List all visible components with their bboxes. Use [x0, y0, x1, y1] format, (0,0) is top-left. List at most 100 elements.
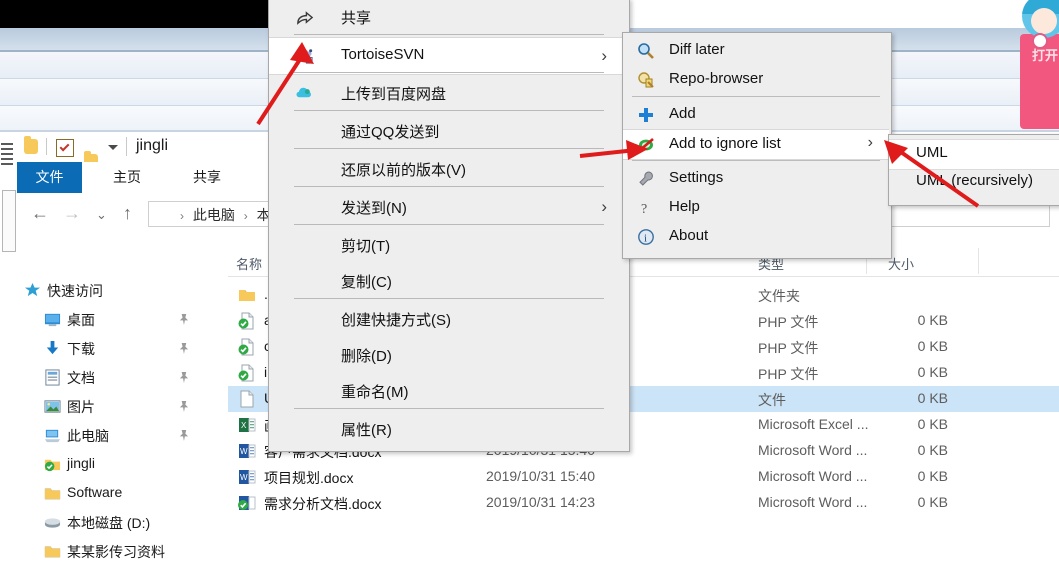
tortoisesvn-menu-item-4[interactable]: Settings	[623, 164, 889, 193]
tortoisesvn-menu-item-label: Settings	[669, 169, 724, 186]
tortoisesvn-menu-item-label: About	[669, 227, 709, 244]
baidu-cloud-icon	[295, 84, 314, 103]
context-menu-item-label: 重命名(M)	[341, 384, 409, 401]
menu-separator	[294, 408, 604, 409]
svg-text:W: W	[240, 473, 248, 482]
column-divider[interactable]	[978, 248, 979, 274]
pin-icon[interactable]	[178, 313, 189, 326]
tortoisesvn-menu-item-0[interactable]: Diff later	[623, 36, 889, 65]
tortoisesvn-menu-item-label: Repo-browser	[669, 70, 764, 87]
menu-separator	[294, 34, 604, 35]
floating-widget-label: 打开	[1031, 48, 1058, 63]
tab-share[interactable]: 共享	[177, 162, 237, 193]
tortoisesvn-menu-item-6[interactable]: i About	[623, 222, 889, 251]
pictures-icon	[44, 398, 61, 415]
pin-icon[interactable]	[178, 400, 189, 413]
menu-separator	[632, 160, 880, 161]
context-menu-item-label: 剪切(T)	[341, 238, 391, 255]
chevron-right-icon: ›	[601, 197, 607, 216]
word-icon: W	[238, 468, 256, 486]
context-menu-item-label: 上传到百度网盘	[341, 86, 447, 103]
chevron-right-icon: ›	[601, 46, 607, 65]
divider	[126, 137, 127, 156]
file-size: 0 KB	[917, 312, 948, 328]
back-button[interactable]: ←	[31, 203, 49, 224]
sidebar-item-label: jingli	[67, 455, 96, 471]
file-type: 文件	[758, 392, 786, 408]
repo-browser-icon	[637, 71, 655, 89]
svg-text:W: W	[240, 447, 248, 456]
sidebar-item-8[interactable]: 本地磁盘 (D:)	[0, 508, 212, 537]
context-menu-item-6[interactable]: 剪切(T)	[269, 227, 627, 263]
divider	[46, 138, 47, 155]
recent-locations-button[interactable]: ⌄	[96, 207, 107, 223]
sidebar-item-7[interactable]: Software	[0, 479, 212, 508]
tortoisesvn-menu-item-5[interactable]: ? Help	[623, 193, 889, 222]
uml-menu-item-1[interactable]: UML (recursively)	[889, 168, 1059, 197]
context-menu-item-label: TortoiseSVN	[341, 46, 425, 63]
table-row[interactable]: W 项目规划.docx 2019/10/31 15:40 Microsoft Word…	[228, 464, 1059, 490]
chevron-down-icon[interactable]	[108, 145, 118, 150]
context-menu-item-1[interactable]: TortoiseSVN ›	[269, 37, 627, 75]
breadcrumb-item-0[interactable]: 此电脑	[193, 207, 235, 223]
properties-checkbox-icon[interactable]	[56, 139, 74, 157]
forward-button[interactable]: →	[63, 203, 81, 224]
context-menu-item-11[interactable]: 属性(R)	[269, 411, 627, 447]
menu-separator	[294, 72, 604, 73]
pin-icon[interactable]	[178, 342, 189, 355]
folder-icon	[24, 136, 38, 154]
pin-icon[interactable]	[178, 429, 189, 442]
tortoisesvn-menu-item-2[interactable]: Add	[623, 100, 889, 129]
file-size: 0 KB	[917, 468, 948, 484]
context-menu-item-3[interactable]: 通过QQ发送到	[269, 113, 627, 149]
context-menu-item-2[interactable]: 上传到百度网盘	[269, 75, 627, 111]
sidebar-item-5[interactable]: 此电脑	[0, 421, 212, 450]
context-menu-item-8[interactable]: 创建快捷方式(S)	[269, 301, 627, 337]
sidebar-item-4[interactable]: 图片	[0, 392, 212, 421]
context-menu-item-label: 复制(C)	[341, 274, 392, 291]
breadcrumb[interactable]: › 此电脑 › 本	[175, 205, 271, 225]
generic-file-icon	[238, 390, 256, 408]
background-lines	[0, 140, 14, 180]
file-date: 2019/10/31 15:40	[486, 468, 595, 484]
window-title: jingli	[136, 137, 169, 154]
info-icon: i	[637, 228, 655, 246]
widget-handle[interactable]	[1032, 33, 1048, 49]
sidebar-item-2[interactable]: 下载	[0, 334, 212, 363]
context-menu-item-5[interactable]: 发送到(N) ›	[269, 189, 627, 225]
uml-menu-item-0[interactable]: UML	[889, 139, 1059, 170]
file-type: PHP 文件	[758, 314, 819, 330]
context-menu-item-9[interactable]: 删除(D)	[269, 337, 627, 373]
file-size: 0 KB	[917, 494, 948, 510]
sidebar-item-1[interactable]: 桌面	[0, 305, 212, 334]
folder-icon	[238, 286, 256, 304]
file-size: 0 KB	[917, 338, 948, 354]
excel-icon: X	[238, 416, 256, 434]
file-type: Microsoft Word ...	[758, 468, 868, 484]
table-row[interactable]: 需求分析文档.docx 2019/10/31 14:23 Microsoft Wor…	[228, 490, 1059, 516]
sidebar-item-6[interactable]: jingli	[0, 450, 212, 479]
question-icon: ?	[637, 199, 655, 217]
context-menu-item-7[interactable]: 复制(C)	[269, 263, 627, 299]
context-menu-item-10[interactable]: 重命名(M)	[269, 373, 627, 409]
breadcrumb-separator: ›	[180, 209, 184, 223]
tab-file[interactable]: 文件	[17, 162, 82, 193]
word-icon: W	[238, 442, 256, 460]
desktop-icon	[44, 311, 61, 328]
sidebar-item-3[interactable]: 文档	[0, 363, 212, 392]
pin-icon[interactable]	[178, 371, 189, 384]
sidebar-item-0[interactable]: 快速访问	[0, 276, 212, 305]
disk-icon	[44, 514, 61, 531]
this-pc-icon	[44, 427, 61, 444]
file-type: Microsoft Excel ...	[758, 416, 869, 432]
tortoisesvn-menu-item-3[interactable]: Add to ignore list ›	[623, 129, 889, 160]
context-menu-item-4[interactable]: 还原以前的版本(V)	[269, 151, 627, 187]
sidebar-item-9[interactable]: 某某影传习资料	[0, 537, 212, 566]
tortoisesvn-menu-item-1[interactable]: Repo-browser	[623, 65, 889, 94]
up-button[interactable]: ↑	[123, 203, 132, 224]
uml-menu-item-label: UML	[916, 144, 948, 161]
tab-home[interactable]: 主页	[97, 162, 157, 193]
menu-separator	[294, 186, 604, 187]
column-header-name[interactable]: 名称	[236, 254, 262, 273]
context-menu-item-0[interactable]: 共享	[269, 0, 627, 35]
